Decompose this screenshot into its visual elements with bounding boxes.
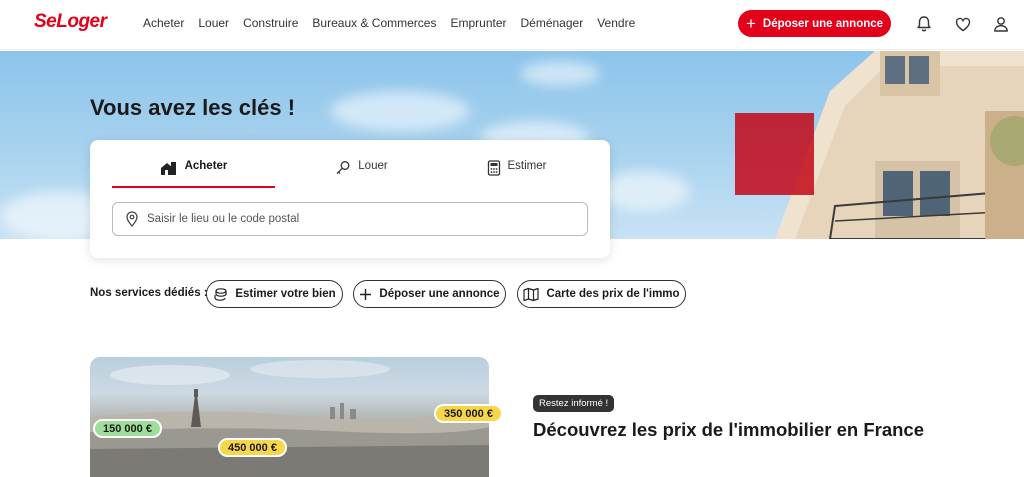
- pill-label: Estimer votre bien: [235, 288, 336, 300]
- nav-item-construire[interactable]: Construire: [243, 16, 298, 30]
- search-card: Acheter Louer Estimer: [90, 140, 610, 258]
- pill-label: Déposer une annonce: [379, 288, 500, 300]
- active-tab-indicator: [112, 186, 275, 188]
- price-tag: 450 000 €: [218, 438, 287, 457]
- post-ad-label: Déposer une annonce: [762, 17, 884, 30]
- calculator-icon: [487, 160, 500, 176]
- post-ad-service-button[interactable]: Déposer une annonce: [353, 280, 506, 308]
- nav-item-acheter[interactable]: Acheter: [143, 16, 184, 30]
- site-header: SeLoger Acheter Louer Construire Bureaux…: [0, 0, 1024, 50]
- pill-label: Carte des prix de l'immo: [546, 288, 680, 300]
- nav-item-emprunter[interactable]: Emprunter: [450, 16, 506, 30]
- coins-icon: [214, 287, 227, 301]
- estimate-property-button[interactable]: Estimer votre bien: [206, 280, 343, 308]
- tab-estimer[interactable]: Estimer: [435, 160, 598, 188]
- nav-item-louer[interactable]: Louer: [198, 16, 229, 30]
- tab-louer[interactable]: Louer: [280, 160, 443, 188]
- user-icon[interactable]: [991, 14, 1011, 34]
- nav-item-demenager[interactable]: Déménager: [521, 16, 584, 30]
- location-pin-icon: [126, 211, 138, 227]
- bell-icon[interactable]: [914, 14, 934, 34]
- paris-skyline-illustration: [90, 360, 489, 477]
- plus-icon: +: [745, 14, 756, 33]
- price-tag: 150 000 €: [93, 419, 162, 438]
- main-nav: Acheter Louer Construire Bureaux & Comme…: [143, 16, 635, 30]
- tab-label: Estimer: [507, 160, 547, 172]
- building-illustration: [735, 51, 1024, 239]
- nav-item-vendre[interactable]: Vendre: [597, 16, 635, 30]
- plus-icon: [360, 288, 372, 300]
- nav-item-bureaux-commerces[interactable]: Bureaux & Commerces: [312, 16, 436, 30]
- cloud-shape: [330, 91, 470, 131]
- promo-title: Découvrez les prix de l'immobilier en Fr…: [533, 419, 924, 440]
- price-tag: 350 000 €: [434, 404, 503, 423]
- cloud-shape: [520, 61, 600, 86]
- key-icon: [336, 161, 350, 175]
- house-key-icon: [160, 162, 176, 175]
- tab-label: Acheter: [184, 160, 228, 172]
- tab-label: Louer: [358, 160, 388, 172]
- price-map-button[interactable]: Carte des prix de l'immo: [517, 280, 686, 308]
- stay-informed-badge: Restez informé !: [533, 395, 615, 412]
- paris-skyline-image: [90, 357, 489, 477]
- heart-icon[interactable]: [953, 14, 973, 34]
- location-search-field[interactable]: [112, 202, 588, 236]
- seloger-logo[interactable]: SeLoger: [34, 11, 107, 33]
- services-label: Nos services dédiés :: [90, 287, 208, 299]
- location-search-input[interactable]: [147, 213, 567, 225]
- map-icon: [523, 287, 540, 301]
- post-ad-button[interactable]: + Déposer une annonce: [738, 10, 891, 37]
- hero-title: Vous avez les clés !: [90, 95, 296, 120]
- tab-acheter[interactable]: Acheter: [112, 160, 275, 188]
- cloud-shape: [600, 171, 690, 211]
